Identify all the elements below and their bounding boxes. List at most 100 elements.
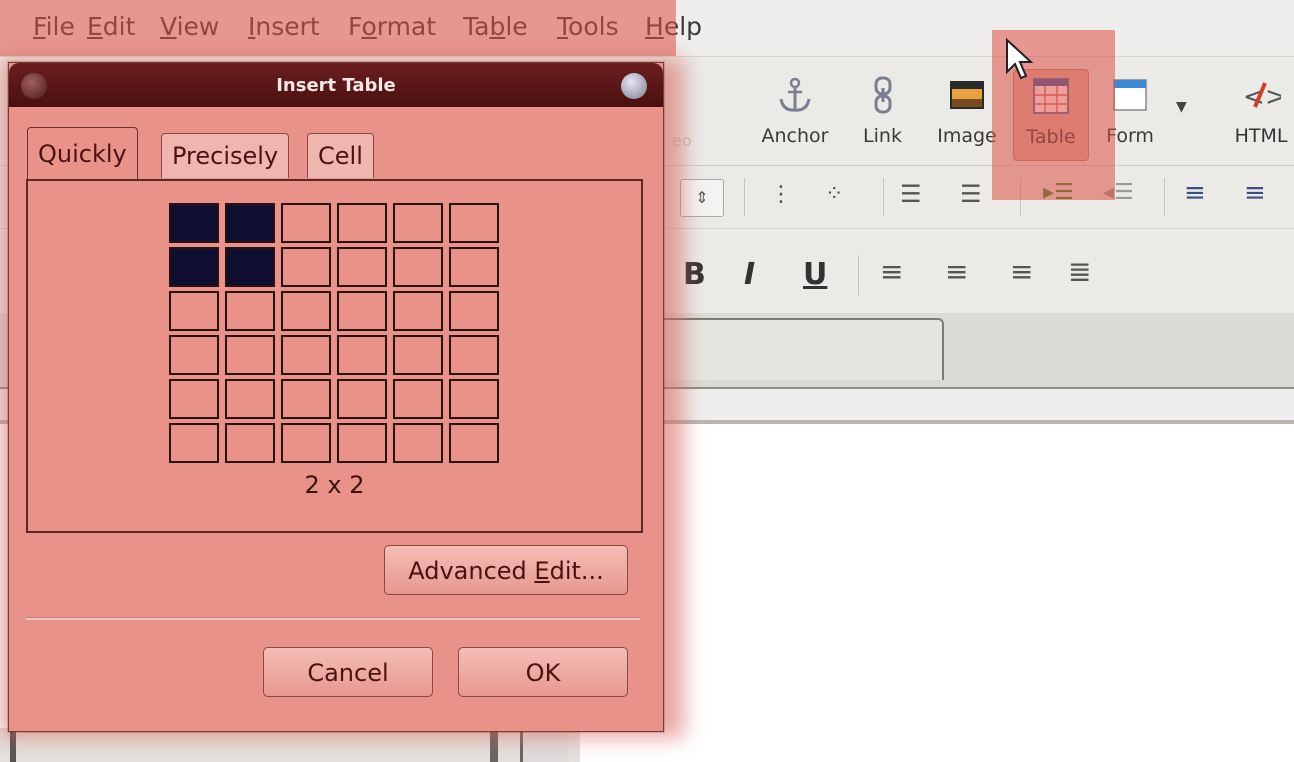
grid-cell[interactable] [169, 335, 219, 375]
grid-cell[interactable] [281, 247, 331, 287]
divider [744, 178, 745, 216]
toolbar-label: Anchor [761, 125, 829, 147]
advanced-edit-button[interactable]: Advanced Edit... [384, 545, 628, 595]
toolbar-label: Form [1106, 125, 1154, 147]
grid-cell[interactable] [169, 203, 219, 243]
grid-cell[interactable] [281, 203, 331, 243]
toolbar-label: Link [863, 125, 902, 147]
menu-bar: File Edit View Insert Format Table Tools… [0, 0, 1294, 57]
outdent-icon[interactable]: ◂☰ [1103, 180, 1134, 205]
divider [858, 255, 859, 295]
grid-cell[interactable] [225, 335, 275, 375]
grid-cell[interactable] [393, 291, 443, 331]
menu-file[interactable]: File [33, 12, 75, 41]
bold-button[interactable]: B [683, 257, 706, 292]
grid-cell[interactable] [449, 423, 499, 463]
align-justify-icon[interactable]: ≣ [1068, 255, 1091, 288]
grid-cell[interactable] [393, 247, 443, 287]
underline-button[interactable]: U [803, 257, 827, 292]
cancel-button[interactable]: Cancel [263, 647, 433, 697]
grid-cell[interactable] [337, 203, 387, 243]
grid-cell[interactable] [449, 335, 499, 375]
toolbar-form-button[interactable]: Form [1098, 69, 1162, 159]
menu-help[interactable]: Help [645, 12, 702, 41]
grid-cell[interactable] [337, 291, 387, 331]
form-icon [1113, 79, 1147, 111]
grid-cell[interactable] [337, 423, 387, 463]
grid-cell[interactable] [449, 203, 499, 243]
divider [1020, 178, 1021, 216]
list-indent-icon[interactable]: ⋮ [770, 182, 792, 207]
document-tab[interactable] [640, 318, 944, 380]
italic-button[interactable]: I [744, 257, 755, 292]
table-icon [1033, 78, 1069, 114]
menu-table[interactable]: Table [463, 12, 528, 41]
toolbar-link-button[interactable]: Link [855, 69, 910, 159]
toolbar-anchor-button[interactable]: Anchor [755, 69, 835, 159]
menu-edit[interactable]: Edit [87, 12, 135, 41]
menu-insert[interactable]: Insert [248, 12, 320, 41]
grid-cell[interactable] [449, 247, 499, 287]
grid-cell[interactable] [281, 291, 331, 331]
cursor-icon [1006, 38, 1034, 80]
dialog-title: Insert Table [276, 75, 396, 96]
toolbar-image-button[interactable]: Image [928, 69, 1006, 159]
numbered-list-icon[interactable]: ☰ [900, 180, 922, 208]
table-size-grid[interactable] [169, 203, 505, 467]
grid-cell[interactable] [225, 423, 275, 463]
align-left-icon[interactable]: ≡ [880, 255, 903, 288]
grid-cell[interactable] [225, 247, 275, 287]
grid-cell[interactable] [281, 423, 331, 463]
svg-text:>: > [1265, 82, 1281, 112]
grid-cell[interactable] [393, 423, 443, 463]
grid-cell[interactable] [393, 203, 443, 243]
table-size-label: 2 x 2 [304, 471, 365, 499]
dialog-separator [26, 617, 640, 620]
divider [1164, 178, 1165, 216]
tab-precisely[interactable]: Precisely [161, 133, 290, 178]
spin-stepper[interactable]: ⇕ [680, 179, 724, 217]
indent-icon[interactable]: ▸☰ [1043, 180, 1074, 205]
grid-cell[interactable] [449, 379, 499, 419]
align-block-alt-icon[interactable]: ≡ [1244, 178, 1266, 208]
grid-cell[interactable] [169, 291, 219, 331]
chevron-down-icon[interactable]: ▼ [1176, 99, 1187, 115]
quickly-panel: 2 x 2 [26, 179, 643, 533]
grid-icon[interactable]: ⁘ [825, 182, 843, 207]
html-icon: < > [1243, 82, 1281, 112]
link-icon [874, 76, 891, 114]
anchor-icon [779, 77, 811, 112]
grid-cell[interactable] [169, 379, 219, 419]
grid-cell[interactable] [169, 247, 219, 287]
align-block-icon[interactable]: ≡ [1184, 178, 1206, 208]
tab-cell[interactable]: Cell [307, 133, 374, 178]
menu-tools[interactable]: Tools [557, 12, 619, 41]
toolbar-label: HTML [1234, 125, 1288, 147]
grid-cell[interactable] [225, 203, 275, 243]
grid-cell[interactable] [225, 379, 275, 419]
grid-cell[interactable] [169, 423, 219, 463]
dialog-titlebar[interactable]: Insert Table [9, 63, 663, 107]
grid-cell[interactable] [281, 335, 331, 375]
grid-cell[interactable] [281, 379, 331, 419]
divider [883, 178, 884, 216]
grid-cell[interactable] [393, 335, 443, 375]
align-right-icon[interactable]: ≡ [1010, 255, 1033, 288]
toolbar-label: Image [937, 125, 997, 147]
grid-cell[interactable] [393, 379, 443, 419]
image-icon [950, 81, 984, 109]
menu-format[interactable]: Format [348, 12, 436, 41]
grid-cell[interactable] [337, 247, 387, 287]
toolbar-html-button[interactable]: < > HTML [1228, 69, 1294, 159]
grid-cell[interactable] [337, 379, 387, 419]
insert-table-dialog: Insert Table Quickly Precisely Cell 2 x … [8, 62, 664, 732]
bullet-list-icon[interactable]: ☰ [960, 180, 982, 208]
align-center-icon[interactable]: ≡ [945, 255, 968, 288]
maximize-icon[interactable] [621, 73, 647, 99]
grid-cell[interactable] [225, 291, 275, 331]
menu-view[interactable]: View [160, 12, 219, 41]
tab-quickly[interactable]: Quickly [27, 127, 138, 180]
grid-cell[interactable] [449, 291, 499, 331]
ok-button[interactable]: OK [458, 647, 628, 697]
grid-cell[interactable] [337, 335, 387, 375]
